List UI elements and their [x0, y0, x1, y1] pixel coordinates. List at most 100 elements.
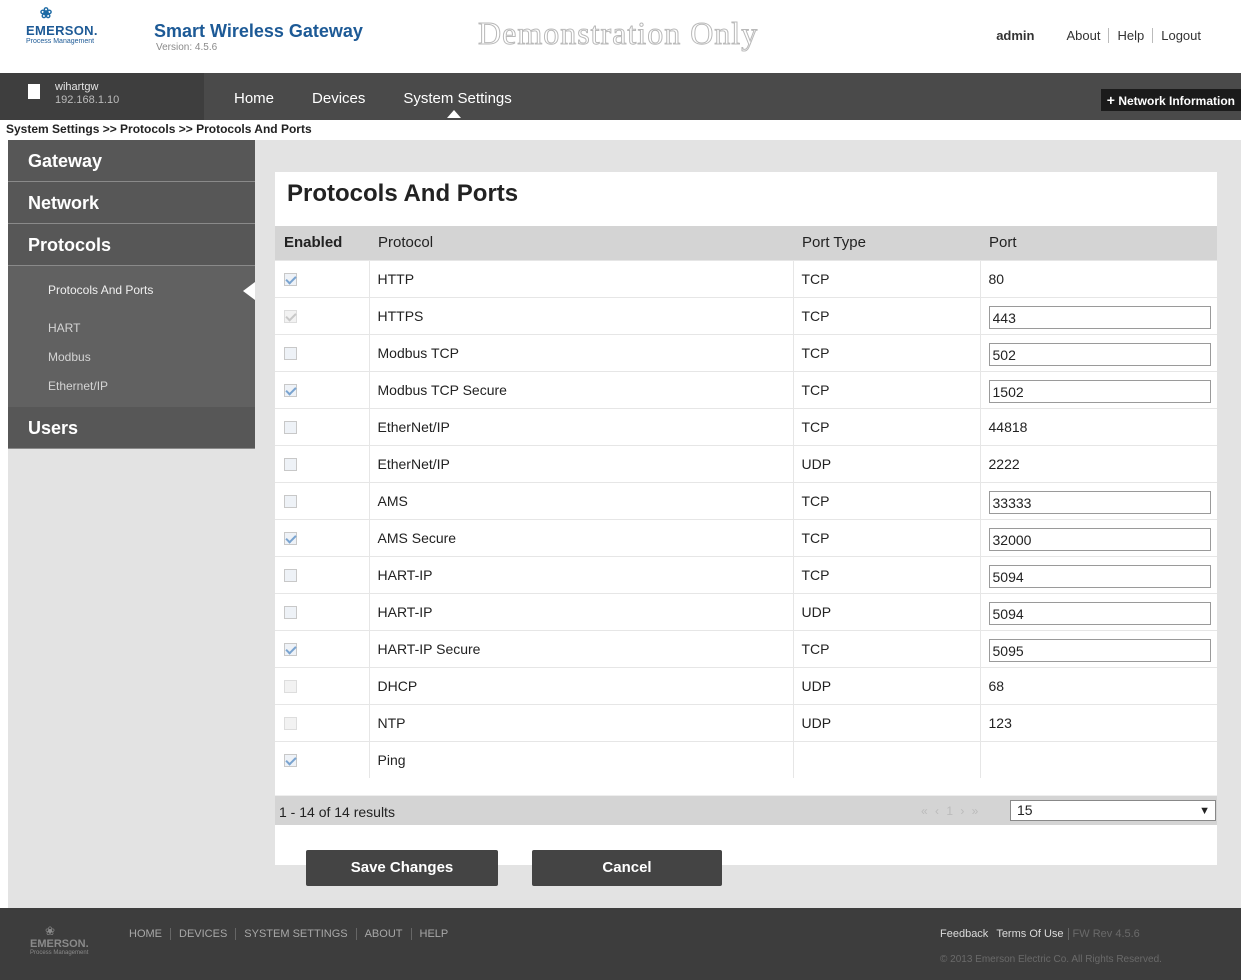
network-information-button[interactable]: + Network Information — [1100, 89, 1241, 111]
port-input[interactable] — [988, 602, 1211, 625]
protocol-cell: NTP — [368, 703, 793, 741]
port-type-cell: TCP — [792, 333, 980, 371]
checkbox-icon[interactable] — [284, 273, 297, 286]
checkbox-icon[interactable] — [284, 569, 297, 582]
help-link[interactable]: Help — [1108, 28, 1152, 43]
logo-name: EMERSON. — [26, 23, 98, 38]
port-cell: 44818 — [979, 407, 1217, 445]
host-name: wihartgw — [55, 81, 99, 93]
port-cell: 123 — [979, 703, 1217, 741]
sidebar-item-gateway[interactable]: Gateway — [8, 140, 255, 182]
sidebar-item-protocols-and-ports[interactable]: Protocols And Ports — [8, 270, 255, 314]
port-cell — [979, 370, 1217, 408]
feedback-link[interactable]: Feedback — [940, 928, 992, 940]
footer-link-home[interactable]: HOME — [129, 928, 170, 940]
footer-link-devices[interactable]: DEVICES — [170, 928, 235, 940]
table-row: EtherNet/IP UDP 2222 — [275, 444, 1217, 482]
firmware-revision: FW Rev 4.5.6 — [1067, 928, 1140, 940]
port-cell — [979, 740, 1217, 778]
checkbox-icon[interactable] — [284, 643, 297, 656]
nav-system-settings[interactable]: System Settings — [403, 90, 512, 118]
sidebar-item-network[interactable]: Network — [8, 182, 255, 224]
footer: ❀ EMERSON. Process Management HOME DEVIC… — [0, 908, 1241, 980]
enabled-cell — [275, 592, 369, 630]
enabled-cell — [275, 407, 369, 445]
port-type-cell: TCP — [792, 518, 980, 556]
checkbox-icon[interactable] — [284, 458, 297, 471]
port-cell — [979, 518, 1217, 556]
port-type-cell: UDP — [792, 666, 980, 704]
logout-link[interactable]: Logout — [1152, 28, 1209, 43]
table-body: HTTPTCP80HTTPSTCPModbus TCPTCPModbus TCP… — [275, 259, 1217, 778]
port-input[interactable] — [988, 343, 1211, 366]
footer-link-about[interactable]: ABOUT — [355, 928, 411, 940]
sidebar-item-ethernet-ip[interactable]: Ethernet/IP — [8, 372, 255, 401]
protocol-cell: DHCP — [368, 666, 793, 704]
gateway-document-icon — [28, 84, 40, 99]
breadcrumb: System Settings >> Protocols >> Protocol… — [0, 121, 1241, 140]
pagination-arrows[interactable]: « ‹ 1 › » — [921, 804, 980, 818]
top-header: ❀ EMERSON. Process Management Smart Wire… — [0, 0, 1241, 73]
port-input[interactable] — [988, 528, 1211, 551]
enabled-cell — [275, 370, 369, 408]
results-count: 1 - 14 of 14 results — [279, 804, 395, 820]
checkbox-icon[interactable] — [284, 532, 297, 545]
plus-icon: + — [1106, 92, 1115, 108]
port-type-cell: TCP — [792, 629, 980, 667]
protocol-cell: AMS — [368, 481, 793, 519]
page-size-select[interactable]: 15 ▼ — [1010, 800, 1216, 821]
nav-devices[interactable]: Devices — [312, 90, 365, 107]
enabled-cell — [275, 740, 369, 778]
enabled-cell — [275, 333, 369, 371]
protocol-cell: HART-IP — [368, 592, 793, 630]
page-size-value: 15 — [1017, 802, 1033, 818]
port-input[interactable] — [988, 380, 1211, 403]
port-input[interactable] — [988, 491, 1211, 514]
checkbox-icon[interactable] — [284, 421, 297, 434]
port-type-cell: UDP — [792, 703, 980, 741]
port-cell: 80 — [979, 259, 1217, 297]
sidebar-item-hart[interactable]: HART — [8, 314, 255, 343]
port-type-cell: TCP — [792, 407, 980, 445]
footer-link-system-settings[interactable]: SYSTEM SETTINGS — [235, 928, 355, 940]
checkbox-icon[interactable] — [284, 347, 297, 360]
checkbox-icon[interactable] — [284, 384, 297, 397]
port-input[interactable] — [988, 639, 1211, 662]
footer-logo-name: EMERSON. — [30, 938, 89, 950]
port-cell: 68 — [979, 666, 1217, 704]
protocol-cell: HTTPS — [368, 296, 793, 334]
port-type-cell: TCP — [792, 555, 980, 593]
port-input[interactable] — [988, 565, 1211, 588]
port-input[interactable] — [988, 306, 1211, 329]
user-links: admin About Help Logout — [996, 28, 1209, 43]
sidebar-item-protocols[interactable]: Protocols — [8, 224, 255, 266]
checkbox-icon[interactable] — [284, 606, 297, 619]
checkbox-icon[interactable] — [284, 754, 297, 768]
checkbox-icon[interactable] — [284, 495, 297, 508]
logo-subtitle: Process Management — [26, 38, 95, 45]
protocol-cell: EtherNet/IP — [368, 407, 793, 445]
footer-link-help[interactable]: HELP — [410, 928, 457, 940]
port-cell — [979, 555, 1217, 593]
port-cell — [979, 333, 1217, 371]
table-row: HART-IP TCP — [275, 555, 1217, 593]
save-changes-button[interactable]: Save Changes — [306, 850, 498, 886]
port-cell: 2222 — [979, 444, 1217, 482]
sidebar-item-users[interactable]: Users — [8, 407, 255, 449]
footer-links: HOME DEVICES SYSTEM SETTINGS ABOUT HELP — [129, 928, 456, 940]
table-row: Ping — [275, 740, 1217, 778]
port-type-cell: TCP — [792, 296, 980, 334]
emerson-logo-icon: ❀ — [44, 924, 56, 938]
port-type-cell: TCP — [792, 370, 980, 408]
column-enabled: Enabled — [275, 226, 369, 260]
table-row: Modbus TCP Secure TCP — [275, 370, 1217, 408]
dropdown-arrow-icon: ▼ — [1199, 805, 1210, 817]
nav-home[interactable]: Home — [234, 90, 274, 107]
checkbox-icon — [284, 310, 297, 323]
protocols-table: Enabled Protocol Port Type Port HTTP TCP 8… — [275, 226, 1217, 778]
protocol-cell: Ping — [368, 740, 793, 778]
terms-of-use-link[interactable]: Terms Of Use — [992, 928, 1067, 940]
about-link[interactable]: About — [1059, 28, 1109, 43]
cancel-button[interactable]: Cancel — [532, 850, 722, 886]
sidebar-item-modbus[interactable]: Modbus — [8, 343, 255, 372]
